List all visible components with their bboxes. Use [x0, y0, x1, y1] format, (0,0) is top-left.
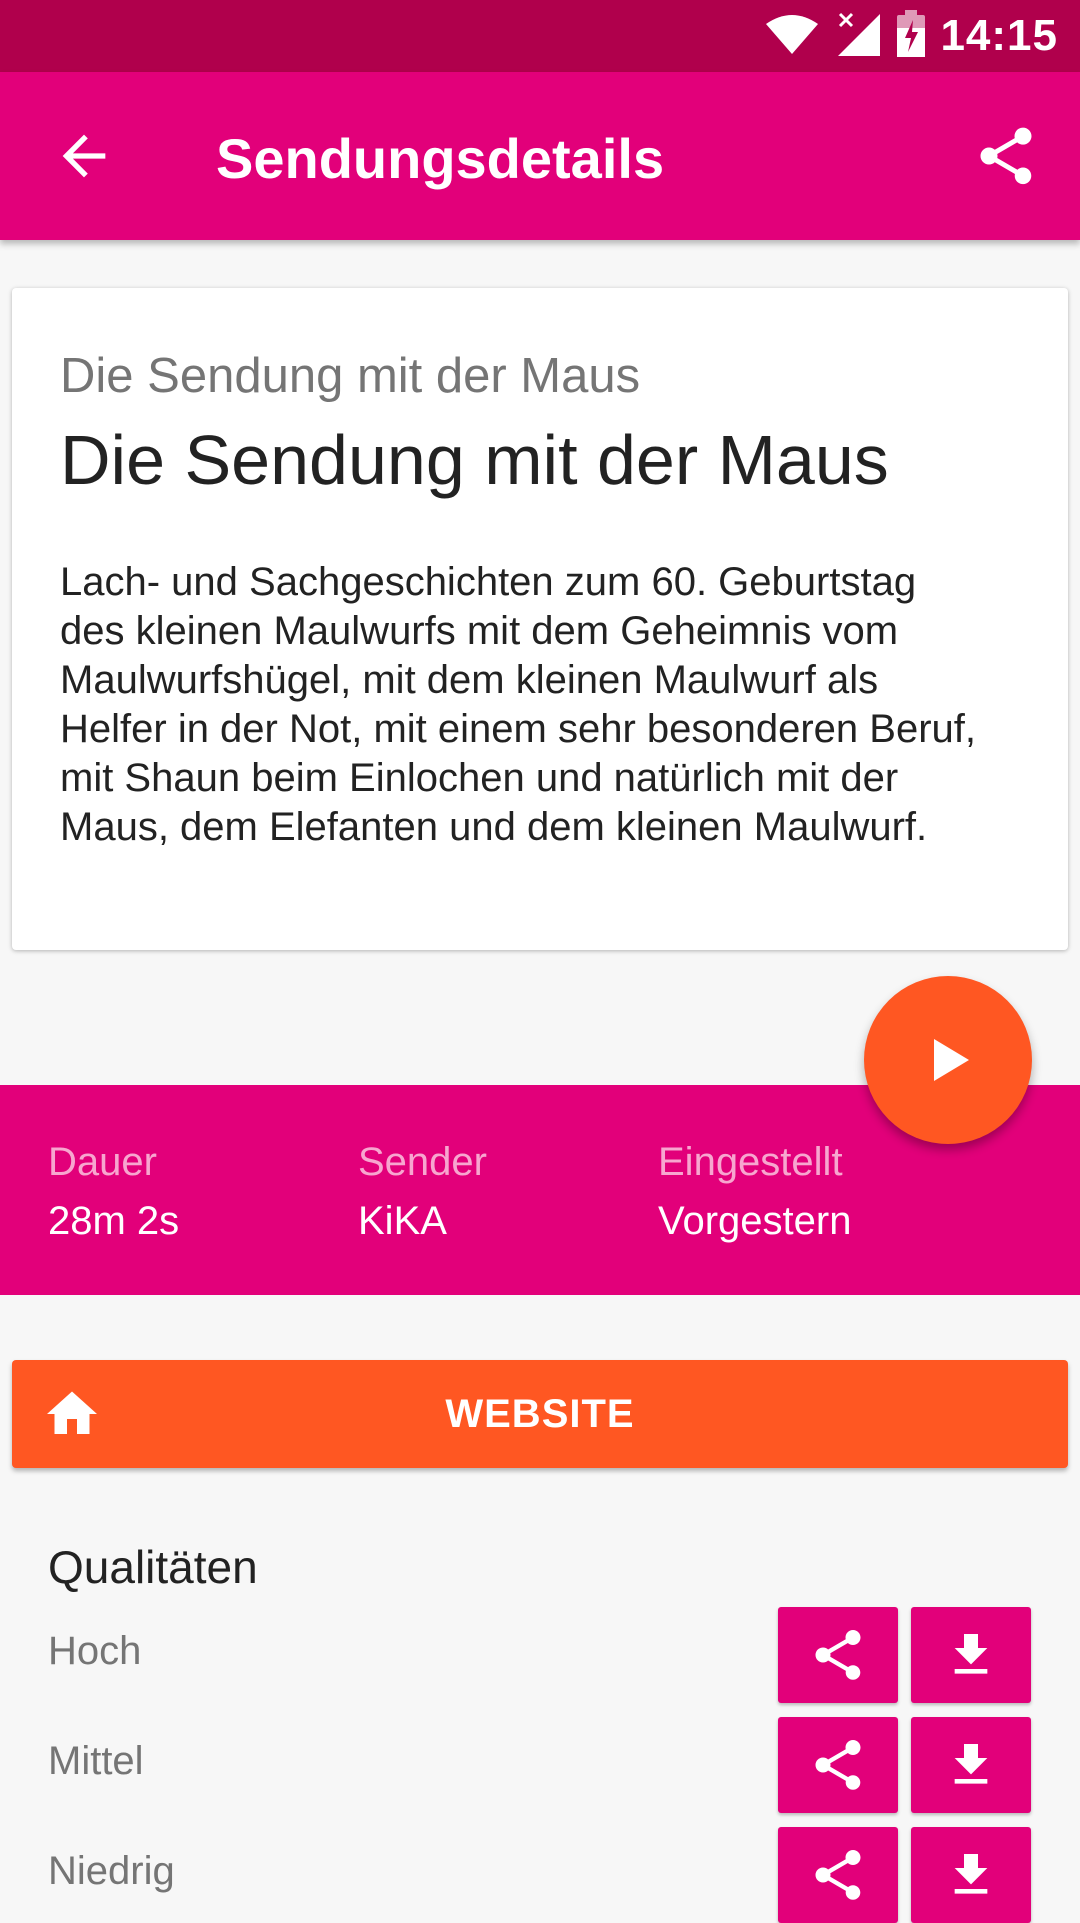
quality-label: Hoch: [48, 1629, 142, 1673]
status-bar: 14:15: [0, 0, 1080, 72]
website-button[interactable]: WEBSITE: [12, 1360, 1068, 1468]
added-label: Eingestellt: [658, 1140, 843, 1184]
page-title: Sendungsdetails: [216, 127, 665, 190]
show-details-card: Die Sendung mit der Maus Die Sendung mit…: [12, 288, 1068, 950]
status-time: 14:15: [940, 11, 1058, 60]
share-quality-button[interactable]: [778, 1607, 898, 1703]
download-icon: [954, 1744, 988, 1784]
status-icons: 14:15: [764, 0, 1058, 72]
back-button[interactable]: [52, 124, 116, 188]
play-button[interactable]: [864, 976, 1032, 1144]
wifi-icon: [764, 12, 820, 61]
description-line: Maus, dem Elefanten und dem kleinen Maul…: [60, 805, 928, 849]
show-title: Die Sendung mit der Maus: [60, 421, 889, 499]
description-line: mit Shaun beim Einlochen und natürlich m…: [60, 756, 899, 800]
share-icon: [815, 1740, 861, 1790]
added-info: Eingestellt Vorgestern: [658, 1140, 851, 1244]
app-bar: Sendungsdetails: [0, 72, 1080, 240]
battery-icon: [896, 9, 926, 63]
download-icon: [954, 1854, 988, 1894]
description-line: Lach- und Sachgeschichten zum 60. Geburt…: [60, 560, 917, 604]
website-label: WEBSITE: [445, 1392, 635, 1436]
channel-info: Sender KiKA: [358, 1140, 487, 1244]
share-button[interactable]: [972, 122, 1040, 190]
download-quality-button[interactable]: [911, 1827, 1031, 1923]
share-icon: [815, 1630, 861, 1680]
description-line: Helfer in der Not, mit einem sehr besond…: [60, 707, 976, 751]
play-icon: [934, 1039, 969, 1081]
duration-info: Dauer 28m 2s: [48, 1140, 179, 1244]
channel-value: KiKA: [358, 1199, 447, 1243]
duration-label: Dauer: [48, 1140, 157, 1184]
added-value: Vorgestern: [658, 1199, 852, 1243]
quality-row: Mittel: [0, 1717, 1080, 1813]
signal-icon: [834, 10, 882, 63]
quality-label: Mittel: [48, 1739, 144, 1783]
share-quality-button[interactable]: [778, 1827, 898, 1923]
arrow-back-icon: [62, 134, 106, 178]
channel-label: Sender: [358, 1140, 487, 1184]
share-icon: [815, 1850, 861, 1900]
description-line: des kleinen Maulwurfs mit dem Geheimnis …: [60, 609, 899, 653]
qualities-title: Qualitäten: [48, 1541, 258, 1593]
quality-row: Hoch: [0, 1607, 1080, 1703]
duration-value: 28m 2s: [48, 1199, 180, 1243]
download-quality-button[interactable]: [911, 1607, 1031, 1703]
share-icon: [980, 127, 1032, 185]
show-description: Lach- und Sachgeschichten zum 60. Geburt…: [60, 558, 1040, 852]
share-quality-button[interactable]: [778, 1717, 898, 1813]
quality-row: Niedrig: [0, 1827, 1080, 1923]
show-subtitle: Die Sendung mit der Maus: [60, 349, 641, 403]
quality-label: Niedrig: [48, 1849, 175, 1893]
download-icon: [954, 1634, 988, 1674]
description-line: Maulwurfshügel, mit dem kleinen Maulwurf…: [60, 658, 879, 702]
download-quality-button[interactable]: [911, 1717, 1031, 1813]
